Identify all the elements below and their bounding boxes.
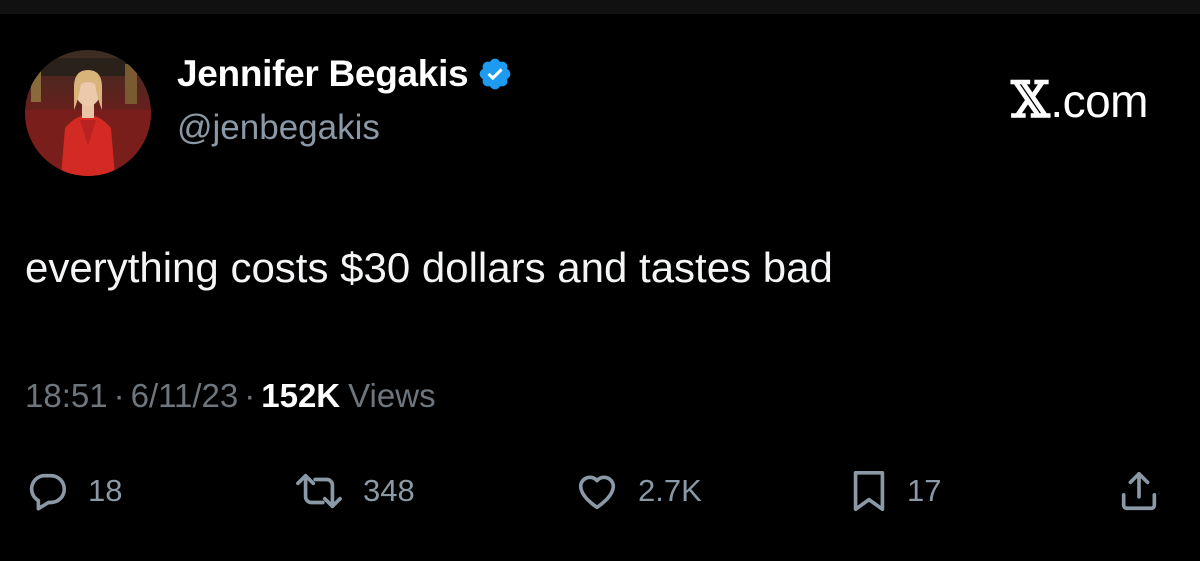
action-bar: 18 348 2.7K 17 bbox=[0, 466, 1200, 516]
tweet-date[interactable]: 6/11/23 bbox=[131, 377, 239, 415]
meta-separator: · bbox=[113, 377, 125, 414]
verified-badge-icon bbox=[479, 58, 511, 90]
retweet-icon bbox=[296, 473, 342, 509]
site-badge-suffix: .com bbox=[1050, 75, 1148, 127]
share-button[interactable] bbox=[1116, 466, 1162, 516]
reply-button[interactable]: 18 bbox=[24, 466, 122, 516]
avatar-photo bbox=[25, 50, 151, 176]
heart-icon bbox=[578, 475, 616, 510]
bookmark-count: 17 bbox=[907, 473, 942, 508]
meta-separator: · bbox=[244, 377, 256, 414]
like-count: 2.7K bbox=[638, 473, 702, 508]
views-count: 152K bbox=[261, 377, 341, 414]
like-button[interactable]: 2.7K bbox=[574, 466, 702, 516]
bookmark-icon bbox=[853, 470, 885, 512]
reply-icon bbox=[29, 473, 67, 511]
top-strip bbox=[0, 0, 1200, 14]
retweet-button[interactable]: 348 bbox=[293, 466, 415, 516]
bookmark-button[interactable]: 17 bbox=[849, 466, 941, 516]
share-icon bbox=[1121, 471, 1157, 511]
site-badge: 𝕏 .com bbox=[1011, 70, 1148, 129]
views-label: Views bbox=[348, 377, 436, 414]
reply-count: 18 bbox=[88, 473, 123, 508]
tweet-card: Jennifer Begakis @jenbegakis 𝕏 .com ever… bbox=[0, 14, 1200, 561]
display-name[interactable]: Jennifer Begakis bbox=[177, 53, 469, 95]
retweet-count: 348 bbox=[363, 473, 415, 508]
author-handle[interactable]: @jenbegakis bbox=[177, 108, 380, 148]
tweet-time[interactable]: 18:51 bbox=[25, 377, 108, 415]
tweet-meta: 18:51 · 6/11/23 · 152K Views bbox=[25, 377, 436, 415]
avatar[interactable] bbox=[25, 50, 151, 176]
x-logo-icon: 𝕏 bbox=[1011, 70, 1050, 129]
author-row: Jennifer Begakis bbox=[177, 52, 513, 96]
tweet-text: everything costs $30 dollars and tastes … bbox=[25, 244, 833, 291]
